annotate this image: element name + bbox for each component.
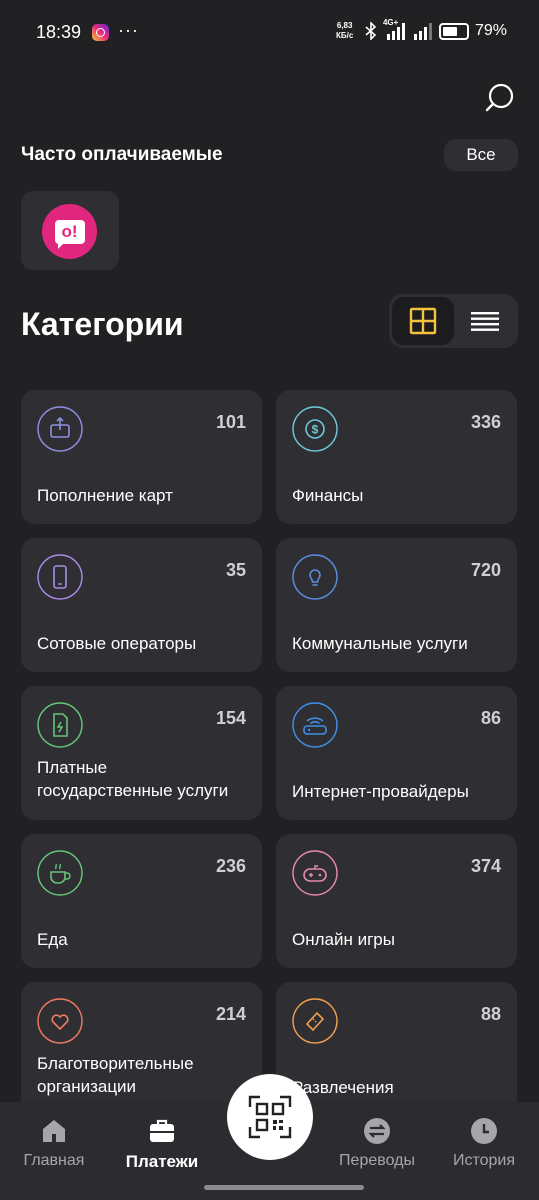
mobile-phone-icon	[37, 554, 83, 600]
categories-title: Категории	[21, 306, 184, 342]
category-label: Интернет-провайдеры	[292, 782, 469, 801]
category-count: 720	[470, 560, 501, 580]
ticket-icon	[292, 998, 338, 1044]
network-speed: 6,83 КБ/с	[336, 21, 354, 40]
category-label: Коммунальные услуги	[292, 634, 468, 653]
category-card-card-topup[interactable]: 101 Пополнение карт	[21, 390, 262, 524]
category-count: 336	[470, 412, 501, 432]
nav-home[interactable]: Главная	[14, 1102, 94, 1182]
category-card-gov-services[interactable]: 154 Платные государственные услуги	[21, 686, 262, 820]
status-time: 18:39	[36, 22, 82, 42]
bluetooth-icon	[365, 22, 377, 40]
grid-icon	[409, 307, 437, 335]
category-count: 88	[480, 1004, 501, 1024]
category-label: Благотворительные организации	[37, 1054, 194, 1096]
transfer-arrows-icon	[364, 1118, 390, 1144]
category-count: 374	[470, 856, 501, 876]
category-card-food[interactable]: 236 Еда	[21, 834, 262, 968]
category-count: 154	[215, 708, 246, 728]
dollar-coin-icon: $	[292, 406, 338, 452]
list-icon	[471, 312, 499, 331]
status-icons: 4G+ 79%	[365, 18, 507, 40]
instagram-notification-icon	[92, 24, 109, 41]
frequent-item[interactable]: o!	[21, 191, 119, 270]
gamepad-icon	[292, 850, 338, 896]
provider-logo: o!	[42, 204, 97, 259]
nav-history[interactable]: История	[444, 1102, 524, 1182]
nav-transfers[interactable]: Переводы	[334, 1102, 420, 1182]
qr-scan-button[interactable]	[227, 1074, 313, 1160]
category-card-charity[interactable]: 214 Благотворительные организации	[21, 982, 262, 1116]
frequent-section-title: Часто оплачиваемые	[21, 144, 223, 165]
signal-4g-icon: 4G+	[383, 18, 407, 40]
category-card-mobile[interactable]: 35 Сотовые операторы	[21, 538, 262, 672]
home-indicator[interactable]	[204, 1185, 364, 1190]
grid-view-button[interactable]	[392, 297, 454, 345]
category-count: 236	[215, 856, 246, 876]
qr-code-icon	[248, 1095, 292, 1139]
search-icon[interactable]	[484, 82, 516, 114]
category-card-finance[interactable]: $ 336 Финансы	[276, 390, 517, 524]
category-label: Финансы	[292, 486, 364, 505]
category-card-entertainment[interactable]: 88 Развлечения	[276, 982, 517, 1116]
category-label: Еда	[37, 930, 68, 949]
category-count: 86	[480, 708, 501, 728]
category-count: 214	[215, 1004, 246, 1024]
list-view-button[interactable]	[455, 297, 515, 345]
category-card-utilities[interactable]: 720 Коммунальные услуги	[276, 538, 517, 672]
signal-icon	[413, 23, 432, 40]
category-count: 35	[225, 560, 246, 580]
briefcase-icon	[150, 1119, 174, 1142]
category-label: Онлайн игры	[292, 930, 395, 949]
router-icon	[292, 702, 338, 748]
svg-text:$: $	[312, 423, 319, 437]
lightbulb-icon	[292, 554, 338, 600]
coffee-cup-icon	[37, 850, 83, 896]
battery-icon	[438, 22, 469, 40]
clock-icon	[471, 1118, 497, 1144]
category-card-online-games[interactable]: 374 Онлайн игры	[276, 834, 517, 968]
category-label: Сотовые операторы	[37, 634, 197, 653]
view-toggle	[389, 294, 518, 348]
show-all-button[interactable]: Все	[444, 139, 518, 171]
home-icon	[43, 1120, 65, 1142]
nav-payments[interactable]: Платежи	[116, 1102, 208, 1182]
battery-percent: 79%	[474, 22, 507, 39]
heart-icon	[37, 998, 83, 1044]
card-topup-icon	[37, 406, 83, 452]
document-icon	[37, 702, 83, 748]
category-card-internet[interactable]: 86 Интернет-провайдеры	[276, 686, 517, 820]
status-bar: 18:39 ··· 6,83 КБ/с 4G+ 79%	[0, 0, 539, 64]
category-count: 101	[215, 412, 246, 432]
more-notifications-icon: ···	[118, 20, 139, 40]
category-label: Пополнение карт	[37, 486, 173, 505]
category-label: Развлечения	[292, 1078, 394, 1097]
category-label: Платные государственные услуги	[37, 758, 229, 800]
